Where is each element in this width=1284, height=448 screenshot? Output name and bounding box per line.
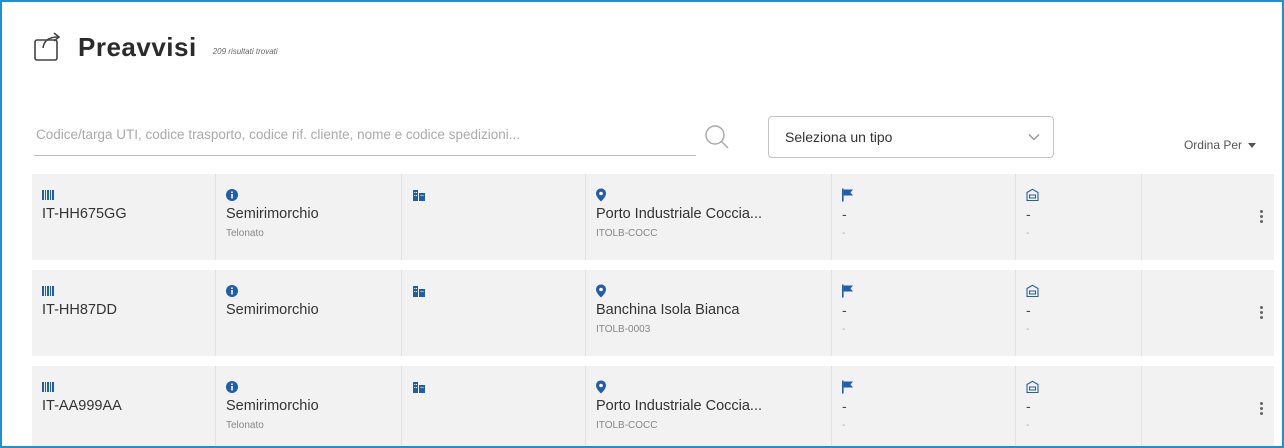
box-value: -	[1026, 206, 1031, 222]
location-name: Porto Industriale Coccia...	[596, 206, 763, 222]
box-cell: - -	[1016, 366, 1142, 446]
caret-down-icon	[1248, 142, 1256, 148]
chevron-down-icon	[1028, 133, 1040, 141]
location-code: ITOLB-0003	[596, 324, 651, 335]
flag-value: -	[842, 398, 847, 414]
location-cell: Banchina Isola Bianca ITOLB-0003	[586, 270, 832, 356]
list-item[interactable]: IT-AA999AA Semirimorchio Telonato Porto …	[32, 366, 1274, 446]
location-pin-icon	[596, 380, 606, 394]
box-value: -	[1026, 398, 1031, 414]
info-icon	[226, 189, 238, 201]
carrier-cell	[402, 270, 586, 356]
page-header: Preavvisi 209 risultati trovati	[32, 30, 278, 64]
box-value: -	[1026, 302, 1031, 318]
barcode-icon	[42, 382, 54, 392]
flag-cell: - -	[832, 270, 1016, 356]
sort-dropdown[interactable]: Ordina Per	[1184, 138, 1256, 152]
page-title: Preavvisi	[78, 32, 197, 62]
package-icon	[1026, 188, 1039, 202]
vehicle-type: Semirimorchio	[226, 398, 319, 414]
location-name: Banchina Isola Bianca	[596, 302, 740, 318]
package-icon	[1026, 380, 1039, 394]
results-count: 209 risultati trovati	[212, 47, 278, 56]
box-subvalue: -	[1026, 420, 1030, 431]
barcode-icon	[42, 190, 54, 200]
type-cell: Semirimorchio	[216, 270, 402, 356]
box-subvalue: -	[1026, 228, 1030, 239]
barcode-icon	[42, 286, 54, 296]
location-pin-icon	[596, 188, 606, 202]
plate-cell: IT-AA999AA	[32, 366, 216, 446]
info-icon	[226, 285, 238, 297]
more-options-icon[interactable]	[1260, 210, 1264, 225]
plate-number: IT-HH87DD	[42, 302, 117, 318]
actions-cell	[1142, 366, 1274, 446]
list-item[interactable]: IT-HH87DD Semirimorchio Banchina Isola B…	[32, 270, 1274, 356]
company-icon	[413, 382, 425, 393]
flag-cell: - -	[832, 366, 1016, 446]
location-cell: Porto Industriale Coccia... ITOLB-COCC	[586, 174, 832, 260]
plate-number: IT-AA999AA	[42, 398, 122, 414]
type-cell: Semirimorchio Telonato	[216, 174, 402, 260]
type-cell: Semirimorchio Telonato	[216, 366, 402, 446]
list-item[interactable]: IT-HH675GG Semirimorchio Telonato Porto …	[32, 174, 1274, 260]
search-input[interactable]	[34, 114, 696, 155]
location-code: ITOLB-COCC	[596, 228, 658, 239]
more-options-icon[interactable]	[1260, 306, 1264, 321]
info-icon	[226, 381, 238, 393]
box-cell: - -	[1016, 174, 1142, 260]
plate-number: IT-HH675GG	[42, 206, 127, 222]
flag-icon	[842, 188, 853, 202]
location-name: Porto Industriale Coccia...	[596, 398, 763, 414]
box-cell: - -	[1016, 270, 1142, 356]
search-icon[interactable]	[702, 122, 732, 152]
more-options-icon[interactable]	[1260, 402, 1264, 417]
flag-subvalue: -	[842, 324, 846, 335]
vehicle-subtype: Telonato	[226, 420, 264, 431]
vehicle-subtype: Telonato	[226, 228, 264, 239]
company-icon	[413, 286, 425, 297]
location-pin-icon	[596, 284, 606, 298]
actions-cell	[1142, 270, 1274, 356]
actions-cell	[1142, 174, 1274, 260]
plate-cell: IT-HH87DD	[32, 270, 216, 356]
flag-subvalue: -	[842, 228, 846, 239]
box-subvalue: -	[1026, 324, 1030, 335]
flag-subvalue: -	[842, 420, 846, 431]
flag-value: -	[842, 206, 847, 222]
vehicle-type: Semirimorchio	[226, 206, 319, 222]
carrier-cell	[402, 174, 586, 260]
plate-cell: IT-HH675GG	[32, 174, 216, 260]
location-cell: Porto Industriale Coccia... ITOLB-COCC	[586, 366, 832, 446]
page-frame: Preavvisi 209 risultati trovati Selezion…	[0, 0, 1284, 448]
company-icon	[413, 190, 425, 201]
carrier-cell	[402, 366, 586, 446]
sort-label: Ordina Per	[1183, 138, 1242, 152]
results-list: IT-HH675GG Semirimorchio Telonato Porto …	[32, 174, 1274, 446]
package-icon	[1026, 284, 1039, 298]
flag-icon	[842, 380, 853, 394]
type-select-value: Seleziona un tipo	[785, 129, 893, 145]
export-icon	[34, 32, 61, 61]
flag-icon	[842, 284, 853, 298]
flag-value: -	[842, 302, 847, 318]
search-field[interactable]	[34, 114, 696, 156]
location-code: ITOLB-COCC	[596, 420, 658, 431]
vehicle-type: Semirimorchio	[226, 302, 319, 318]
type-select[interactable]: Seleziona un tipo	[768, 116, 1054, 158]
flag-cell: - -	[832, 174, 1016, 260]
